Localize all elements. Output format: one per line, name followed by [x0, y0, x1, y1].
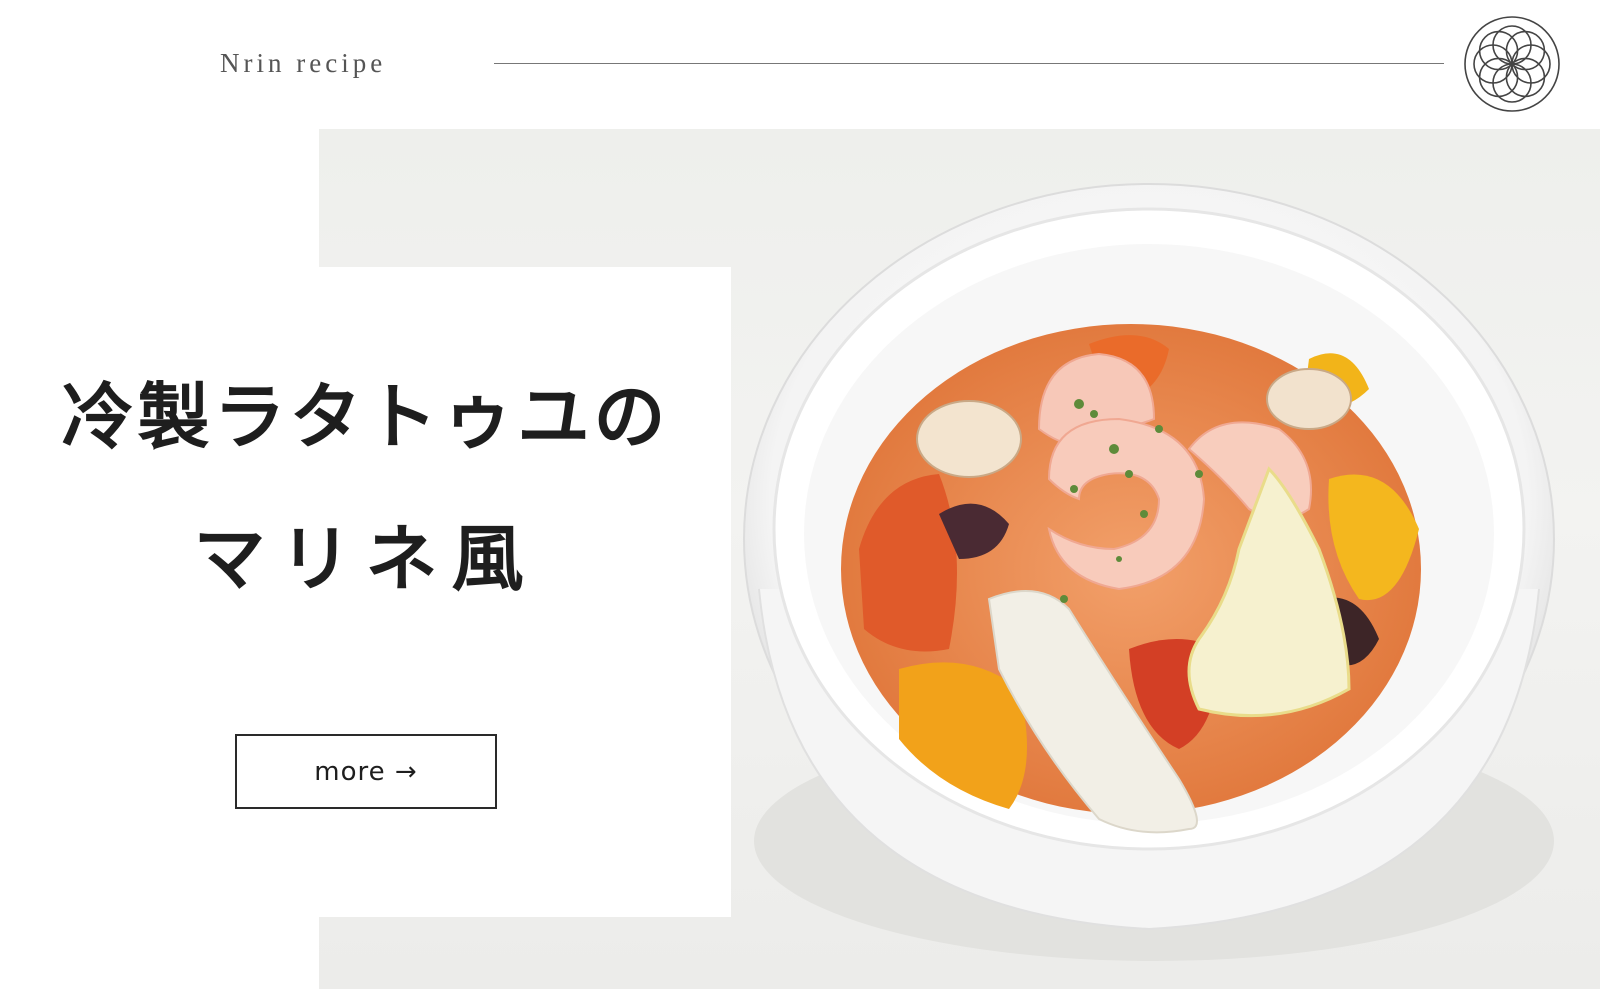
- flower-of-life-icon[interactable]: [1462, 14, 1562, 114]
- header-divider: [494, 63, 1444, 64]
- recipe-title-line-1: 冷製ラタトゥユの: [61, 374, 670, 459]
- brand-name[interactable]: Nrin recipe: [220, 48, 386, 79]
- recipe-title-line-2: マリネ風: [193, 516, 538, 601]
- more-button[interactable]: more →: [235, 734, 497, 809]
